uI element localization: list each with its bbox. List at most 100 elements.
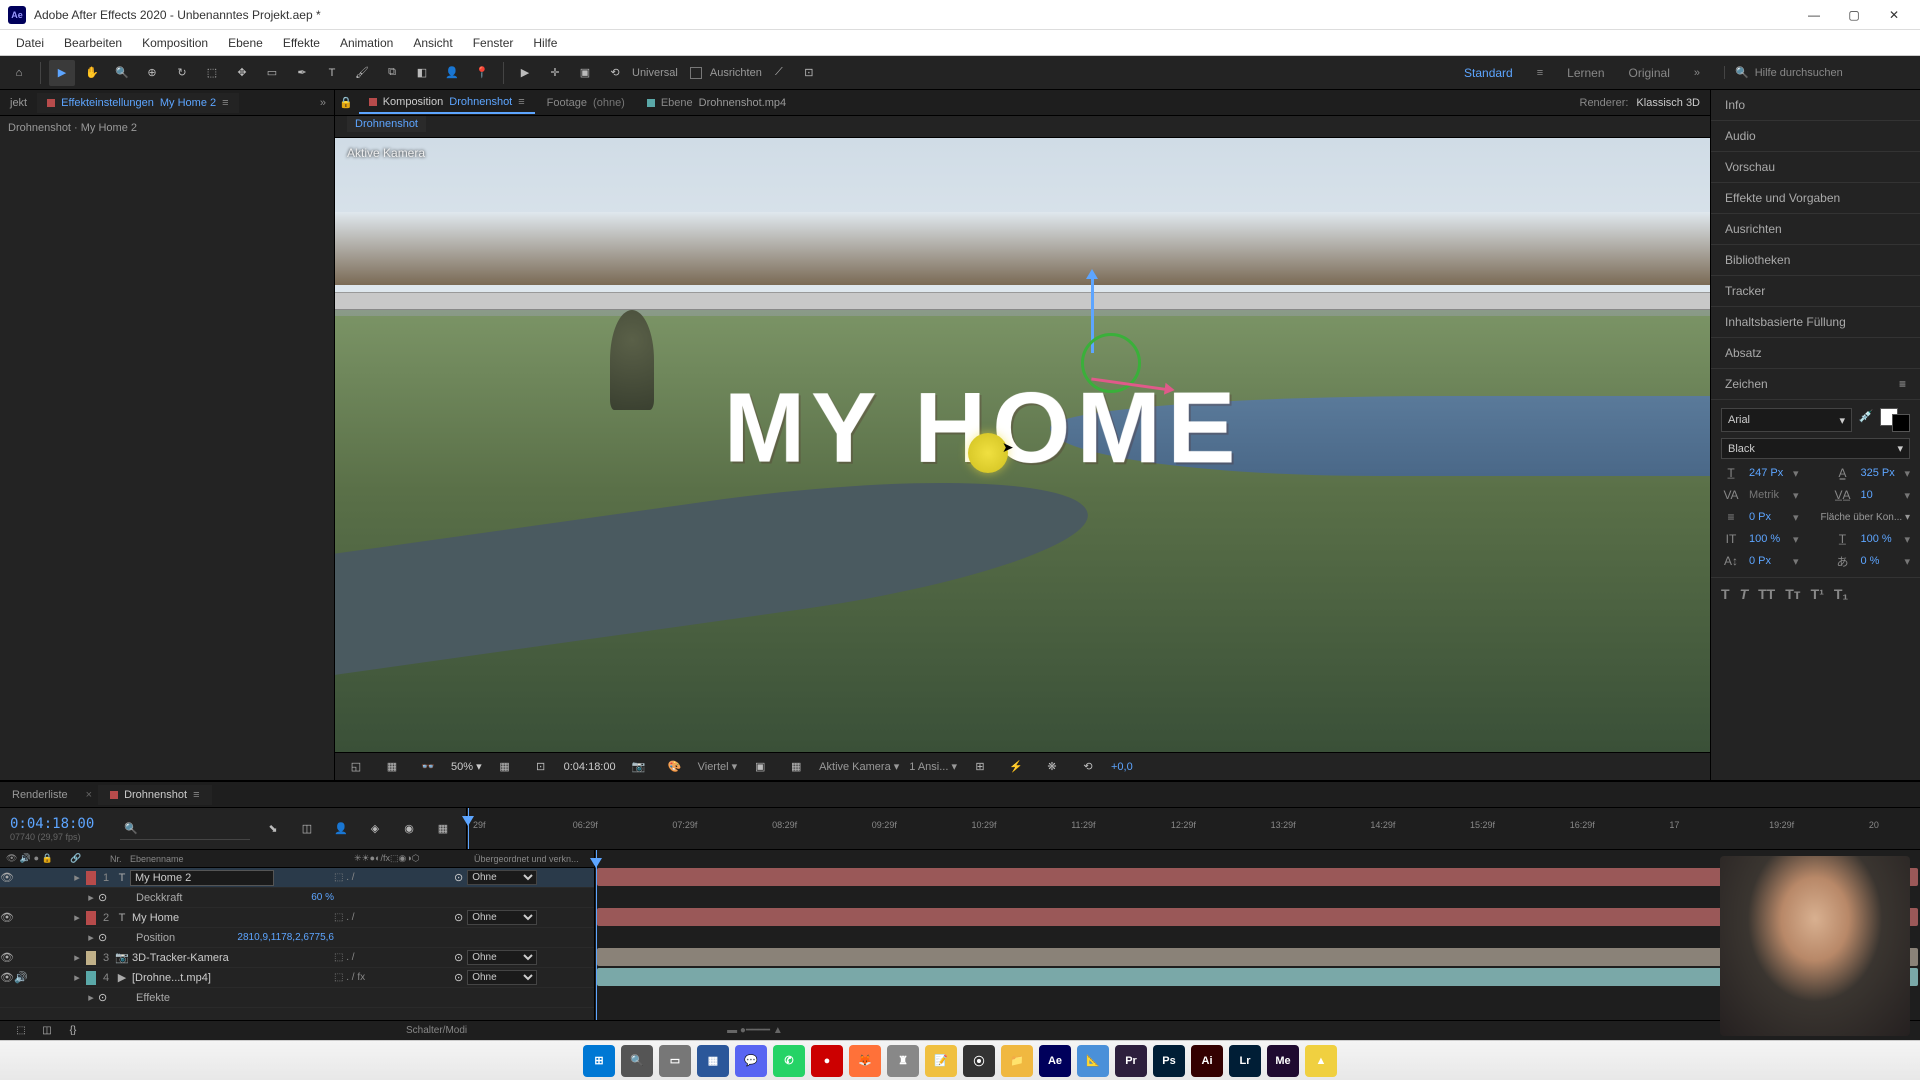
panel-menu-icon[interactable]: ≡	[1899, 377, 1906, 391]
motion-blur-icon[interactable]: ◉	[396, 816, 422, 842]
resolution-dropdown[interactable]: Viertel ▾	[698, 760, 738, 773]
stroke-color[interactable]	[1892, 414, 1910, 432]
taskbar-app[interactable]: ⦿	[963, 1045, 995, 1077]
menu-composition[interactable]: Komposition	[132, 32, 218, 54]
layer-row[interactable]: 👁▸2TMy Home⬚ . / ⊙ Ohne	[0, 908, 594, 928]
layer-row[interactable]: ▸⊙Position2810,9,1178,2,6775,6	[0, 928, 594, 948]
menu-help[interactable]: Hilfe	[523, 32, 567, 54]
subscript-button[interactable]: T₁	[1834, 586, 1848, 602]
layer-row[interactable]: 👁🔊▸4▶[Drohne...t.mp4]⬚ . / fx⊙ Ohne	[0, 968, 594, 988]
panel-paragraph[interactable]: Absatz	[1711, 338, 1920, 369]
pen-tool[interactable]: ✒	[289, 60, 315, 86]
align-checkbox[interactable]	[690, 67, 702, 79]
tsume-value[interactable]: 0 %	[1860, 555, 1896, 567]
tab-layer[interactable]: Ebene Drohnenshot.mp4	[637, 93, 796, 113]
orbit-tool[interactable]: ⊕	[139, 60, 165, 86]
exposure-value[interactable]: +0,0	[1111, 761, 1133, 773]
italic-button[interactable]: T	[1740, 586, 1749, 602]
rotate-tool[interactable]: ↻	[169, 60, 195, 86]
panel-audio[interactable]: Audio	[1711, 121, 1920, 152]
alpha-icon[interactable]: ◱	[343, 754, 369, 780]
workspace-original[interactable]: Original	[1629, 66, 1670, 80]
switches-modes-toggle[interactable]: Schalter/Modi	[406, 1025, 467, 1036]
superscript-button[interactable]: T¹	[1811, 586, 1824, 602]
panel-tracker[interactable]: Tracker	[1711, 276, 1920, 307]
taskbar-app[interactable]: 📝	[925, 1045, 957, 1077]
vscale-value[interactable]: 100 %	[1749, 533, 1785, 545]
mask-icon[interactable]: 👓	[415, 754, 441, 780]
hscale-value[interactable]: 100 %	[1860, 533, 1896, 545]
taskbar-app[interactable]: 💬	[735, 1045, 767, 1077]
menu-view[interactable]: Ansicht	[403, 32, 462, 54]
comp-lock-icon[interactable]: 🔒	[335, 92, 357, 113]
bold-button[interactable]: T	[1721, 586, 1730, 602]
layer-row[interactable]: ▸⊙Deckkraft60 %	[0, 888, 594, 908]
local-axis-icon[interactable]: ▶	[512, 60, 538, 86]
taskbar-app[interactable]: ♜	[887, 1045, 919, 1077]
taskbar-app[interactable]: ⊞	[583, 1045, 615, 1077]
taskbar-app[interactable]: 📐	[1077, 1045, 1109, 1077]
selection-tool[interactable]: ▶	[49, 60, 75, 86]
snapshot-icon[interactable]: 📷	[626, 754, 652, 780]
smallcaps-button[interactable]: Tᴛ	[1785, 586, 1800, 602]
comp-breadcrumb[interactable]: Drohnenshot	[347, 116, 426, 132]
layer-row[interactable]: 👁▸1TMy Home 2⬚ . / ⊙ Ohne	[0, 868, 594, 888]
graph-editor-icon[interactable]: ▦	[430, 816, 456, 842]
universal-icon[interactable]: ⟲	[602, 60, 628, 86]
eyedropper-icon[interactable]: 💉	[1856, 408, 1876, 424]
zoom-tool[interactable]: 🔍	[109, 60, 135, 86]
taskbar-app[interactable]: Pr	[1115, 1045, 1147, 1077]
allcaps-button[interactable]: TT	[1758, 586, 1775, 602]
renderer-dropdown[interactable]: Klassisch 3D	[1636, 97, 1700, 109]
playhead[interactable]	[468, 808, 469, 849]
transparency-icon[interactable]: ▦	[783, 754, 809, 780]
tab-footage[interactable]: Footage (ohne)	[537, 93, 635, 113]
view-axis-icon[interactable]: ▣	[572, 60, 598, 86]
panel-align[interactable]: Ausrichten	[1711, 214, 1920, 245]
tab-project[interactable]: jekt	[0, 93, 37, 113]
panel-character[interactable]: Zeichen≡	[1711, 369, 1920, 400]
font-style-dropdown[interactable]: Black▾	[1721, 438, 1910, 459]
zoom-dropdown[interactable]: 50% ▾	[451, 760, 482, 773]
taskbar-app[interactable]: 🦊	[849, 1045, 881, 1077]
panel-libraries[interactable]: Bibliotheken	[1711, 245, 1920, 276]
world-axis-icon[interactable]: ✛	[542, 60, 568, 86]
clone-tool[interactable]: ⧉	[379, 60, 405, 86]
draft3d-icon[interactable]: ◫	[294, 816, 320, 842]
brush-tool[interactable]: 🖌	[349, 60, 375, 86]
home-icon[interactable]: ⌂	[6, 60, 32, 86]
camera-dropdown[interactable]: Aktive Kamera ▾	[819, 760, 899, 773]
taskbar-app[interactable]: ✆	[773, 1045, 805, 1077]
snap2-icon[interactable]: ⊡	[796, 60, 822, 86]
frame-blend-icon[interactable]: ◈	[362, 816, 388, 842]
composition-viewport[interactable]: Aktive Kamera MY HOME ➤	[335, 138, 1710, 752]
taskbar-app[interactable]: ●	[811, 1045, 843, 1077]
font-size-value[interactable]: 247 Px	[1749, 467, 1785, 479]
views-dropdown[interactable]: 1 Ansi... ▾	[909, 760, 957, 773]
taskbar-app[interactable]: Me	[1267, 1045, 1299, 1077]
taskbar-app[interactable]: 📁	[1001, 1045, 1033, 1077]
panel-content-fill[interactable]: Inhaltsbasierte Füllung	[1711, 307, 1920, 338]
exposure-reset-icon[interactable]: ⟲	[1075, 754, 1101, 780]
tab-timeline-comp[interactable]: Drohnenshot≡	[98, 785, 211, 805]
layer-search[interactable]: 🔍	[120, 818, 250, 840]
minimize-button[interactable]: —	[1796, 3, 1832, 27]
taskbar-app[interactable]: ▭	[659, 1045, 691, 1077]
snap-icon[interactable]: ⟋	[766, 60, 792, 86]
menu-layer[interactable]: Ebene	[218, 32, 273, 54]
menu-edit[interactable]: Bearbeiten	[54, 32, 132, 54]
font-family-dropdown[interactable]: Arial▾	[1721, 408, 1852, 432]
kerning-value[interactable]: Metrik	[1749, 489, 1785, 501]
hand-tool[interactable]: ✋	[79, 60, 105, 86]
pan-behind-tool[interactable]: ✥	[229, 60, 255, 86]
taskbar-app[interactable]: ▦	[697, 1045, 729, 1077]
panel-info[interactable]: Info	[1711, 90, 1920, 121]
tracking-value[interactable]: 10	[1860, 489, 1896, 501]
menu-file[interactable]: Datei	[6, 32, 54, 54]
camera-tool[interactable]: ⬚	[199, 60, 225, 86]
stroke-mode-dropdown[interactable]: Fläche über Kon... ▾	[1807, 512, 1910, 523]
3d-icon[interactable]: ❋	[1039, 754, 1065, 780]
eraser-tool[interactable]: ◧	[409, 60, 435, 86]
current-timecode[interactable]: 0:04:18:00	[10, 816, 110, 832]
puppet-tool[interactable]: 📍	[469, 60, 495, 86]
